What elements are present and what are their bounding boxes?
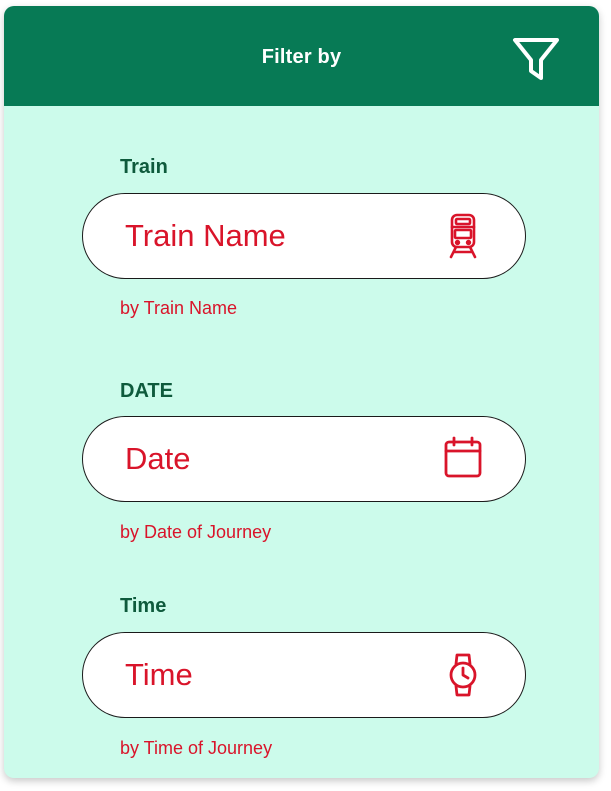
train-icon xyxy=(449,213,477,259)
date-placeholder: Date xyxy=(125,441,191,476)
date-label: DATE xyxy=(120,380,173,402)
date-hint: by Date of Journey xyxy=(120,522,272,542)
date-field[interactable]: Date xyxy=(82,416,526,502)
time-field[interactable]: Time xyxy=(82,632,526,718)
watch-icon xyxy=(449,653,477,697)
time-hint: by Time of Journey xyxy=(120,738,273,758)
filter-title: Filter by xyxy=(261,46,342,68)
filter-panel: Filter by Train Train Name by Train Name… xyxy=(4,6,599,778)
calendar-icon xyxy=(444,436,482,478)
train-label: Train xyxy=(120,156,168,178)
train-name-field[interactable]: Train Name xyxy=(82,193,526,279)
time-label: Time xyxy=(120,595,167,617)
train-hint: by Train Name xyxy=(120,298,238,318)
train-name-placeholder: Train Name xyxy=(125,218,286,253)
filter-header: Filter by xyxy=(4,6,599,106)
filter-icon[interactable] xyxy=(511,35,561,83)
time-placeholder: Time xyxy=(125,657,193,692)
